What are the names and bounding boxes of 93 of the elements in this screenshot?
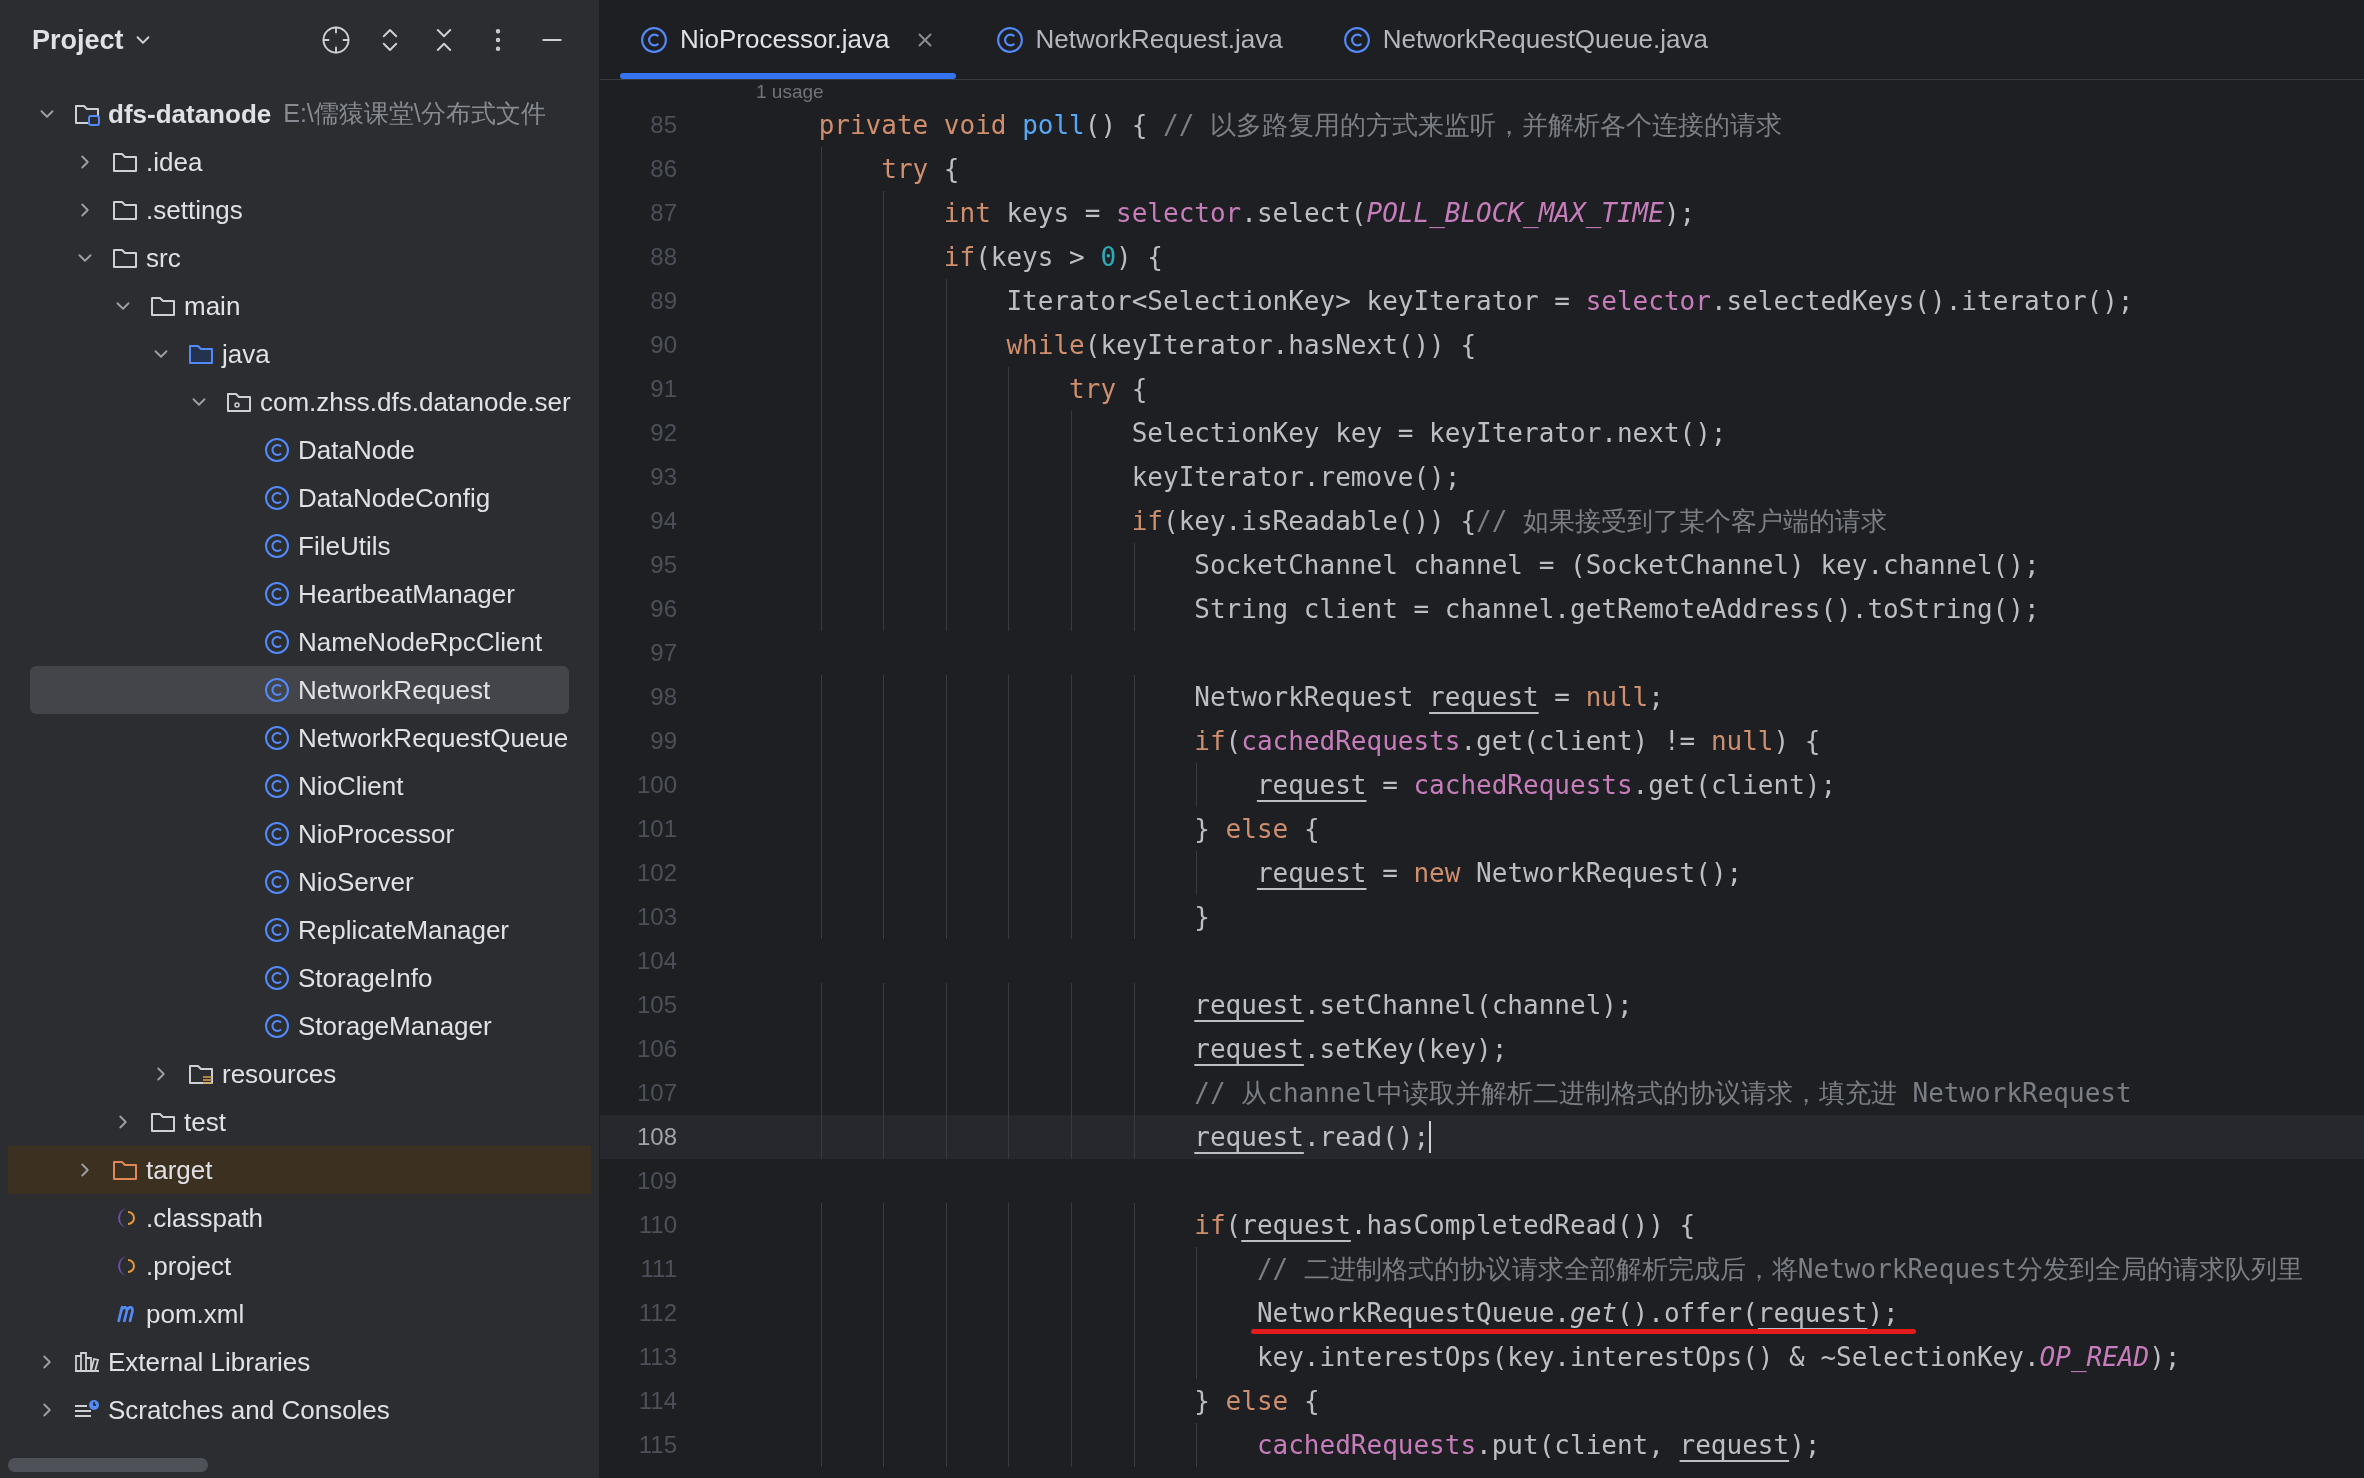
tree-item[interactable]: .idea [8,138,591,186]
resources-folder-icon [187,1062,215,1086]
folder-icon [111,1158,139,1182]
folder-icon [149,294,177,318]
tree-item[interactable]: NetworkRequest [30,666,569,714]
code-line: SocketChannel channel = (SocketChannel) key.channel(); [1193,549,2040,582]
code-line: key.interestOps(key.interestOps() & ~SelectionKey.OP_READ); [1255,1341,2181,1374]
code-line: // 二进制格式的协议请求全部解析完成后，将NetworkRequest分发到全局的请求队列里 [1255,1253,2303,1286]
module-folder-icon [73,102,101,126]
tree-item[interactable]: ReplicateManager [8,906,591,954]
code-line: while(keyIterator.hasNext()) { [1005,329,1477,362]
code-line: request.setKey(key); [1193,1033,1508,1066]
tree-item[interactable]: FileUtils [8,522,591,570]
tree-item[interactable]: main [8,282,591,330]
library-icon [73,1350,101,1374]
class-icon [264,533,290,559]
class-icon [264,965,290,991]
class-icon [264,629,290,655]
maven-m-icon [116,1305,134,1323]
package-folder-icon [225,390,253,414]
tree-item[interactable]: StorageInfo [8,954,591,1002]
tree-item[interactable]: DataNodeConfig [8,474,591,522]
code-line: if(key.isReadable()) {// 如果接受到了某个客户端的请求 [1130,505,1888,538]
class-icon [264,485,290,511]
tree-item[interactable]: NameNodeRpcClient [8,618,591,666]
editor-tab[interactable]: NioProcessor.java [620,0,956,79]
folder-icon [149,1110,177,1134]
class-icon [264,677,290,703]
class-icon [995,25,1024,54]
class-icon [264,869,290,895]
folder-icon [111,246,139,270]
editor-tab[interactable]: NetworkRequest.java [975,0,1303,79]
class-icon [264,917,290,943]
folder-icon [187,342,215,366]
line-number: 108 [635,1122,678,1152]
tree-item[interactable]: NetworkRequestQueue [8,714,591,762]
tree-item[interactable]: .project [8,1242,591,1290]
tree-item[interactable]: DataNode [8,426,591,474]
code-line: request.read(); [1193,1121,1430,1154]
editor-tab[interactable]: NetworkRequestQueue.java [1322,0,1728,79]
text-cursor [1429,1121,1432,1153]
code-line: } [1193,901,1210,934]
tree-item[interactable]: NioServer [8,858,591,906]
class-icon [1342,25,1371,54]
tree-item[interactable]: Scratches and Consoles [8,1386,591,1434]
tree-item[interactable]: dfs-datanode E:\儒猿课堂\分布式文件 [8,90,591,138]
tree-item[interactable]: java [8,330,591,378]
code-line: try { [880,153,960,186]
panel-title[interactable]: Project [32,19,124,61]
tree-item[interactable]: src [8,234,591,282]
code-line: NetworkRequest request = null; [1193,681,1664,714]
code-line: cachedRequests.put(client, request); [1255,1429,1821,1462]
class-icon [264,581,290,607]
code-line: NetworkRequestQueue.get().offer(request); [1255,1297,1899,1330]
code-line: Iterator<SelectionKey> keyIterator = selector.selectedKeys().iterator(); [1005,285,2134,318]
tree-item[interactable]: test [8,1098,591,1146]
tree-item[interactable]: External Libraries [8,1338,591,1386]
horizontal-scrollbar[interactable] [8,1458,208,1472]
code-line: if(cachedRequests.get(client) != null) { [1193,725,1821,758]
code-line: if(keys > 0) { [942,241,1163,274]
code-line: } else { [1193,813,1320,846]
code-line: private void poll() { // 以多路复用的方式来监听，并解析各个连接的请求 [817,109,1782,142]
code-line: if(request.hasCompletedRead()) { [1193,1209,1696,1242]
class-icon [264,773,290,799]
class-icon [640,25,668,54]
tree-item[interactable]: HeartbeatManager [8,570,591,618]
code-line: request.setChannel(channel); [1193,989,1633,1022]
code-line: // 从channel中读取并解析二进制格式的协议请求，填充进 NetworkRequest [1193,1077,2132,1110]
path-text: E:\儒猿课堂\分布式文件 [283,98,546,130]
code-line: String client = channel.getRemoteAddress().toString(); [1193,593,2040,626]
folder-icon [111,150,139,174]
code-line: request = new NetworkRequest(); [1255,857,1743,890]
tree-item[interactable]: resources [8,1050,591,1098]
tree-item[interactable]: pom.xml [8,1290,591,1338]
tree-item[interactable]: com.zhss.dfs.datanode.ser [8,378,591,426]
folder-icon [111,198,139,222]
tree-item[interactable]: target [8,1146,591,1194]
code-line: } else { [1193,1385,1320,1418]
code-line: request = cachedRequests.get(client); [1255,769,1837,802]
class-icon [264,821,290,847]
tree-item[interactable]: NioProcessor [8,810,591,858]
class-icon [264,437,290,463]
code-line: int keys = selector.select(POLL_BLOCK_MAX_TIME); [942,197,1696,230]
tree-item[interactable]: StorageManager [8,1002,591,1050]
class-icon [264,1013,290,1039]
tree-item[interactable]: .classpath [8,1194,591,1242]
tree-item[interactable]: NioClient [8,762,591,810]
tree-item[interactable]: .settings [8,186,591,234]
code-line: keyIterator.remove(); [1130,461,1461,494]
class-icon [264,725,290,751]
crosshair-icon[interactable] [321,25,351,55]
code-line: SelectionKey key = keyIterator.next(); [1130,417,1727,450]
code-line: try { [1068,373,1148,406]
